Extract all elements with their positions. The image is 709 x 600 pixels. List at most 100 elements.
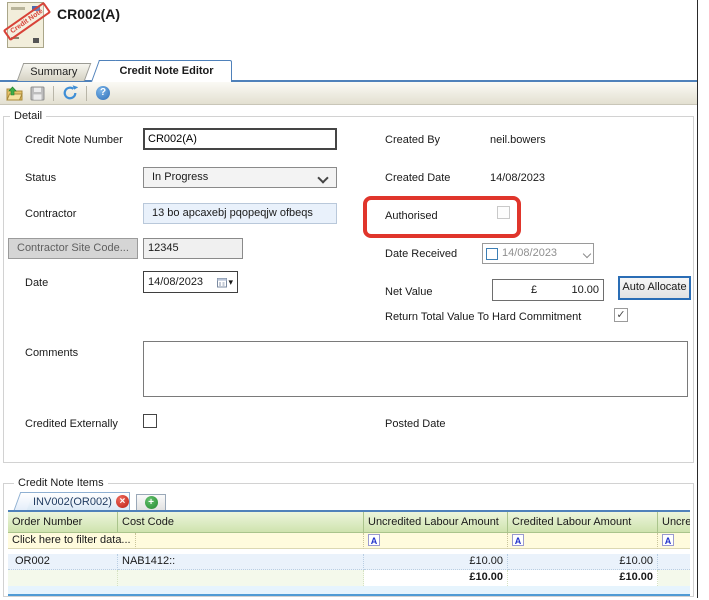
tab-summary-label: Summary <box>21 64 87 81</box>
net-value-field[interactable]: £ 10.00 <box>492 279 604 301</box>
folder-up-icon <box>6 86 23 101</box>
date-value: 14/08/2023 <box>148 273 203 292</box>
filter-cell[interactable] <box>136 533 364 549</box>
grid-total-row: £10.00 £10.00 <box>8 570 690 586</box>
tab-credit-note-editor[interactable]: Credit Note Editor <box>102 60 232 82</box>
total-cell <box>8 570 118 586</box>
status-value: In Progress <box>152 171 208 183</box>
table-row[interactable]: OR002 NAB1412:: £10.00 £10.00 <box>8 554 690 570</box>
credit-note-icon: Credit Note <box>7 2 44 48</box>
add-item-tab[interactable]: + <box>136 494 166 510</box>
toolbar: ? <box>0 82 697 105</box>
col-header-order-number[interactable]: Order Number <box>8 512 118 533</box>
help-icon: ? <box>96 86 110 100</box>
grid-header-row: Order Number Cost Code Uncredited Labour… <box>8 512 690 533</box>
cell-cost-code[interactable]: NAB1412:: <box>118 554 364 570</box>
item-tab-inv002[interactable]: INV002(OR002) × <box>22 492 130 510</box>
total-uncredited-amount: £10.00 <box>364 570 508 586</box>
date-received-label: Date Received <box>385 248 457 260</box>
check-icon: ✓ <box>616 309 625 321</box>
credit-note-editor-window: Credit Note CR002(A) Summary Credit Note… <box>0 0 709 600</box>
help-button[interactable]: ? <box>94 84 112 102</box>
doc-text-line <box>11 7 25 10</box>
col-header-uncredited-labour[interactable]: Uncredited Labour Amount <box>364 512 508 533</box>
save-button[interactable] <box>28 84 46 102</box>
total-cell <box>658 570 690 586</box>
filter-type-icon[interactable]: A <box>512 534 524 546</box>
date-picker[interactable]: 14/08/2023 ▾ <box>143 271 238 293</box>
contractor-site-code-field: 12345 <box>143 238 243 259</box>
filter-type-icon[interactable]: A <box>662 534 674 546</box>
items-grid: Order Number Cost Code Uncredited Labour… <box>8 512 690 596</box>
refresh-button[interactable] <box>61 84 79 102</box>
add-icon[interactable]: + <box>145 496 158 509</box>
tab-credit-note-editor-label: Credit Note Editor <box>119 65 213 77</box>
detail-legend: Detail <box>10 110 46 122</box>
credited-externally-label: Credited Externally <box>25 418 118 430</box>
return-total-label: Return Total Value To Hard Commitment <box>385 311 581 323</box>
credit-note-number-label: Credit Note Number <box>25 134 123 146</box>
grid-bottom-border <box>8 594 690 596</box>
comments-label: Comments <box>25 347 78 359</box>
created-date-label: Created Date <box>385 172 450 184</box>
dropdown-arrow-icon: ▾ <box>228 273 233 292</box>
credit-note-number-input[interactable] <box>143 128 337 150</box>
close-icon[interactable]: × <box>116 495 129 508</box>
total-credited-amount: £10.00 <box>508 570 658 586</box>
col-header-credited-labour[interactable]: Credited Labour Amount <box>508 512 658 533</box>
grid-filter-row[interactable]: Click here to filter data... A A A <box>8 533 690 549</box>
filter-cell: A <box>364 533 508 549</box>
doc-barcode <box>33 38 39 43</box>
credit-note-stamp: Credit Note <box>3 2 51 41</box>
filter-cell: A <box>508 533 658 549</box>
chevron-down-icon <box>583 249 591 257</box>
filter-type-icon[interactable]: A <box>368 534 380 546</box>
date-received-value: 14/08/2023 <box>502 244 557 263</box>
refresh-icon <box>62 85 78 101</box>
authorised-highlight-annotation <box>363 196 521 238</box>
filter-cell: A <box>658 533 690 549</box>
date-received-checkbox[interactable] <box>486 248 498 260</box>
page-title: CR002(A) <box>57 6 120 22</box>
cell-credited-amount[interactable]: £10.00 <box>508 554 658 570</box>
contractor-site-code-label: Contractor Site Code... <box>17 242 129 254</box>
col-header-uncredited-clipped[interactable]: Uncre <box>658 512 690 533</box>
total-cell <box>118 570 364 586</box>
cell-empty[interactable] <box>658 554 690 570</box>
posted-date-label: Posted Date <box>385 418 446 430</box>
item-tab-label: INV002(OR002) <box>33 496 112 508</box>
contractor-value: 13 bo apcaxebj pqopeqjw ofbeqs <box>152 207 313 219</box>
created-date-value: 14/08/2023 <box>490 172 545 184</box>
folder-up-button[interactable] <box>5 84 23 102</box>
credited-externally-checkbox[interactable] <box>143 414 157 428</box>
auto-allocate-button[interactable]: Auto Allocate <box>618 276 691 300</box>
contractor-field: 13 bo apcaxebj pqopeqjw ofbeqs <box>143 203 337 224</box>
contractor-site-code-value: 12345 <box>148 242 179 254</box>
toolbar-separator <box>53 86 54 101</box>
status-label: Status <box>25 172 56 184</box>
save-icon <box>30 86 45 101</box>
created-by-label: Created By <box>385 134 440 146</box>
window-border <box>697 0 698 598</box>
date-label: Date <box>25 277 48 289</box>
toolbar-separator <box>86 86 87 101</box>
net-value-label: Net Value <box>385 286 433 298</box>
contractor-site-code-button[interactable]: Contractor Site Code... <box>8 238 138 259</box>
currency-symbol: £ <box>531 281 537 300</box>
col-header-cost-code[interactable]: Cost Code <box>118 512 364 533</box>
contractor-label: Contractor <box>25 208 76 220</box>
grid-empty-area <box>8 586 690 594</box>
cell-uncredited-amount[interactable]: £10.00 <box>364 554 508 570</box>
cell-order-number[interactable]: OR002 <box>8 554 118 570</box>
comments-textarea[interactable] <box>143 341 688 397</box>
filter-hint[interactable]: Click here to filter data... <box>8 533 136 549</box>
status-select[interactable]: In Progress <box>143 167 337 188</box>
chevron-down-icon <box>317 172 328 183</box>
created-by-value: neil.bowers <box>490 134 546 146</box>
items-legend: Credit Note Items <box>14 477 108 489</box>
calendar-icon <box>217 277 227 288</box>
return-total-checkbox[interactable]: ✓ <box>614 308 628 322</box>
tab-summary[interactable]: Summary <box>17 63 92 81</box>
date-received-picker[interactable]: 14/08/2023 <box>482 243 594 264</box>
net-value-amount: 10.00 <box>571 281 599 300</box>
